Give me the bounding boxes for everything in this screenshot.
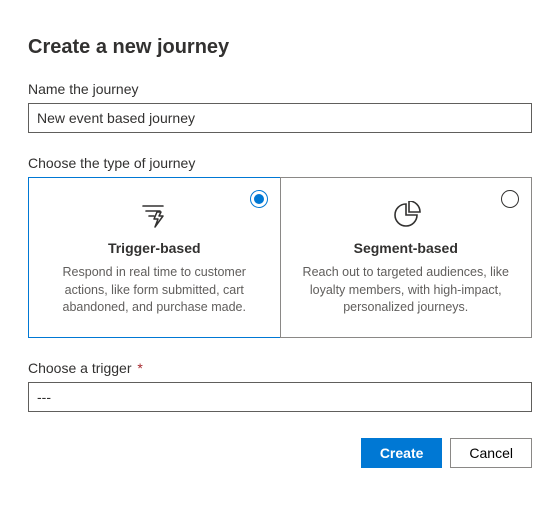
name-label: Name the journey xyxy=(28,81,532,97)
type-cards: Trigger-based Respond in real time to cu… xyxy=(28,177,532,338)
trigger-label: Choose a trigger * xyxy=(28,360,532,376)
trigger-icon xyxy=(43,200,266,230)
radio-segment-based[interactable] xyxy=(501,190,519,208)
trigger-section: Choose a trigger * --- xyxy=(28,360,532,412)
radio-trigger-based[interactable] xyxy=(250,190,268,208)
name-section: Name the journey xyxy=(28,81,532,133)
trigger-select[interactable]: --- xyxy=(28,382,532,412)
type-label: Choose the type of journey xyxy=(28,155,532,171)
card-title: Segment-based xyxy=(295,240,518,256)
required-mark: * xyxy=(137,360,142,376)
card-segment-based[interactable]: Segment-based Reach out to targeted audi… xyxy=(280,177,533,338)
type-section: Choose the type of journey Trigger-based… xyxy=(28,155,532,338)
cancel-button[interactable]: Cancel xyxy=(450,438,532,468)
card-desc: Respond in real time to customer actions… xyxy=(43,264,266,317)
journey-name-input[interactable] xyxy=(28,103,532,133)
card-desc: Reach out to targeted audiences, like lo… xyxy=(295,264,518,317)
card-title: Trigger-based xyxy=(43,240,266,256)
footer: Create Cancel xyxy=(28,438,532,468)
trigger-label-text: Choose a trigger xyxy=(28,360,132,376)
create-button[interactable]: Create xyxy=(361,438,443,468)
page-title: Create a new journey xyxy=(28,36,532,59)
trigger-select-value: --- xyxy=(37,389,51,405)
segment-icon xyxy=(295,200,518,230)
card-trigger-based[interactable]: Trigger-based Respond in real time to cu… xyxy=(28,177,281,338)
